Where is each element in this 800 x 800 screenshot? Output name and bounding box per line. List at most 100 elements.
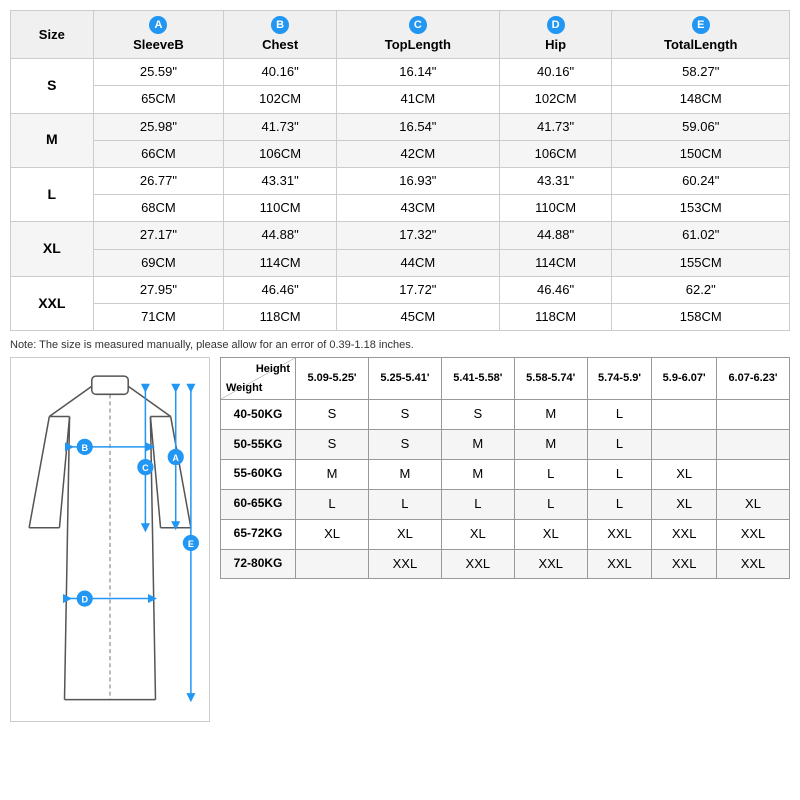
height-header: 5.41-5.58' (441, 358, 514, 400)
size-recommendation: XXL (717, 519, 790, 549)
height-header: 5.9-6.07' (652, 358, 717, 400)
size-note: Note: The size is measured manually, ple… (0, 335, 800, 357)
size-label: L (11, 167, 94, 221)
size-recommendation: L (587, 400, 652, 430)
size-value-inches: 44.88" (499, 222, 612, 249)
size-recommendation: L (441, 489, 514, 519)
size-value-cm: 118CM (224, 303, 337, 330)
size-table: Size A SleeveB B Chest C TopLength D Hip (10, 10, 790, 331)
size-value-cm: 153CM (612, 195, 790, 222)
size-value-inches: 61.02" (612, 222, 790, 249)
size-value-cm: 68CM (93, 195, 224, 222)
garment-diagram: A B C D E (10, 357, 210, 722)
size-value-inches: 44.88" (224, 222, 337, 249)
size-value-cm: 102CM (499, 86, 612, 113)
size-recommendation: XL (514, 519, 587, 549)
size-recommendation: L (514, 459, 587, 489)
size-recommendation: XXL (652, 549, 717, 579)
size-value-inches: 41.73" (499, 113, 612, 140)
size-value-inches: 16.14" (337, 59, 500, 86)
size-recommendation: S (368, 429, 441, 459)
height-header: 6.07-6.23' (717, 358, 790, 400)
size-value-cm: 114CM (224, 249, 337, 276)
size-value-inches: 60.24" (612, 167, 790, 194)
size-col-header: Size (11, 11, 94, 59)
size-recommendation (296, 549, 369, 579)
size-value-cm: 114CM (499, 249, 612, 276)
size-value-cm: 42CM (337, 140, 500, 167)
weight-label-cell: 65-72KG (221, 519, 296, 549)
size-recommendation: S (296, 429, 369, 459)
size-recommendation: XL (652, 459, 717, 489)
letter-c-badge: C (409, 16, 427, 34)
size-value-cm: 102CM (224, 86, 337, 113)
size-recommendation: S (441, 400, 514, 430)
col-header-d: D Hip (499, 11, 612, 59)
size-recommendation: XXL (587, 519, 652, 549)
size-value-inches: 62.2" (612, 276, 790, 303)
diagram-svg: A B C D E (19, 366, 201, 710)
col-header-c: C TopLength (337, 11, 500, 59)
size-label: S (11, 59, 94, 113)
size-recommendation: M (368, 459, 441, 489)
size-value-inches: 46.46" (224, 276, 337, 303)
size-label: XL (11, 222, 94, 276)
size-value-inches: 41.73" (224, 113, 337, 140)
col-header-a: A SleeveB (93, 11, 224, 59)
size-value-cm: 118CM (499, 303, 612, 330)
height-header: 5.74-5.9' (587, 358, 652, 400)
size-value-cm: 41CM (337, 86, 500, 113)
size-recommendation: XXL (717, 549, 790, 579)
size-label: XXL (11, 276, 94, 330)
col-header-b: B Chest (224, 11, 337, 59)
size-recommendation: XL (296, 519, 369, 549)
size-value-cm: 106CM (499, 140, 612, 167)
weight-height-table-wrap: Height Weight 5.09-5.25'5.25-5.41'5.41-5… (220, 357, 790, 579)
size-recommendation (717, 459, 790, 489)
size-recommendation: XXL (652, 519, 717, 549)
top-table-section: Size A SleeveB B Chest C TopLength D Hip (0, 0, 800, 335)
size-value-cm: 110CM (224, 195, 337, 222)
wh-corner-header: Height Weight (221, 358, 296, 400)
size-recommendation: S (368, 400, 441, 430)
letter-b-badge: B (271, 16, 289, 34)
size-value-cm: 110CM (499, 195, 612, 222)
size-value-cm: 65CM (93, 86, 224, 113)
size-value-cm: 44CM (337, 249, 500, 276)
size-recommendation: XL (652, 489, 717, 519)
height-header: 5.58-5.74' (514, 358, 587, 400)
size-value-inches: 27.17" (93, 222, 224, 249)
size-value-cm: 66CM (93, 140, 224, 167)
size-value-inches: 58.27" (612, 59, 790, 86)
size-recommendation: XL (441, 519, 514, 549)
size-recommendation (652, 400, 717, 430)
size-recommendation: M (296, 459, 369, 489)
size-value-inches: 26.77" (93, 167, 224, 194)
size-value-inches: 59.06" (612, 113, 790, 140)
size-recommendation: M (441, 429, 514, 459)
svg-text:B: B (81, 443, 88, 453)
size-value-cm: 106CM (224, 140, 337, 167)
size-value-inches: 40.16" (224, 59, 337, 86)
svg-text:D: D (81, 595, 88, 605)
size-recommendation: M (514, 429, 587, 459)
size-value-inches: 43.31" (499, 167, 612, 194)
size-recommendation: L (587, 459, 652, 489)
letter-e-badge: E (692, 16, 710, 34)
size-value-cm: 69CM (93, 249, 224, 276)
size-value-inches: 46.46" (499, 276, 612, 303)
weight-label: Weight (226, 381, 262, 395)
size-label: M (11, 113, 94, 167)
height-header: 5.25-5.41' (368, 358, 441, 400)
size-value-cm: 45CM (337, 303, 500, 330)
svg-text:A: A (172, 453, 179, 463)
weight-label-cell: 40-50KG (221, 400, 296, 430)
size-recommendation: M (441, 459, 514, 489)
weight-label-cell: 55-60KG (221, 459, 296, 489)
size-value-inches: 17.72" (337, 276, 500, 303)
size-recommendation: L (587, 429, 652, 459)
size-recommendation: L (368, 489, 441, 519)
size-value-inches: 43.31" (224, 167, 337, 194)
size-value-inches: 25.98" (93, 113, 224, 140)
size-recommendation: L (514, 489, 587, 519)
